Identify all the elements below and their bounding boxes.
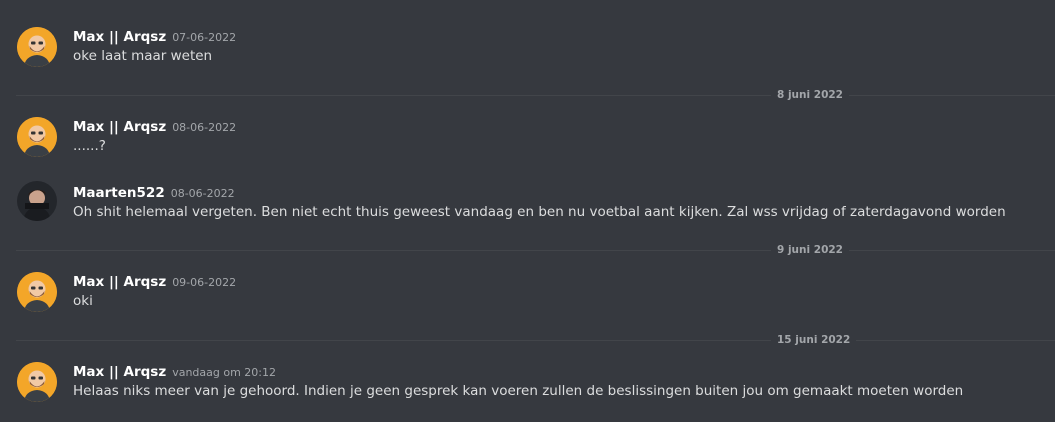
date-divider-label: 8 juni 2022	[771, 88, 849, 102]
timestamp: 09-06-2022	[172, 276, 237, 289]
avatar-max-icon	[17, 362, 57, 402]
timestamp: 08-06-2022	[172, 121, 237, 134]
avatar-max[interactable]	[17, 27, 57, 67]
message-text: ......?	[73, 138, 106, 154]
avatar-max-icon	[17, 27, 57, 67]
username[interactable]: Maarten522	[73, 185, 165, 201]
username[interactable]: Max || Arqsz	[73, 364, 166, 380]
avatar-maarten-icon	[17, 181, 57, 221]
timestamp: 08-06-2022	[170, 187, 235, 200]
date-divider-label: 15 juni 2022	[771, 333, 857, 347]
avatar-max-icon	[17, 272, 57, 312]
timestamp: vandaag om 20:12	[172, 366, 276, 379]
message-text: oki	[73, 293, 93, 309]
message-text: oke laat maar weten	[73, 48, 213, 64]
username[interactable]: Max || Arqsz	[73, 119, 166, 135]
date-divider-label: 9 juni 2022	[771, 243, 849, 257]
date-divider: 9 juni 2022	[16, 243, 1055, 257]
message-text: Helaas niks meer van je gehoord. Indien …	[73, 383, 964, 399]
username[interactable]: Max || Arqsz	[73, 29, 166, 45]
avatar-max[interactable]	[17, 272, 57, 312]
timestamp: 07-06-2022	[172, 31, 237, 44]
avatar-maarten[interactable]	[17, 181, 57, 221]
avatar-max-icon	[17, 117, 57, 157]
message-text: Oh shit helemaal vergeten. Ben niet echt…	[73, 204, 1006, 220]
username[interactable]: Max || Arqsz	[73, 274, 166, 290]
date-divider: 15 juni 2022	[16, 333, 1055, 347]
avatar-max[interactable]	[17, 117, 57, 157]
date-divider: 8 juni 2022	[16, 88, 1055, 102]
avatar-max[interactable]	[17, 362, 57, 402]
